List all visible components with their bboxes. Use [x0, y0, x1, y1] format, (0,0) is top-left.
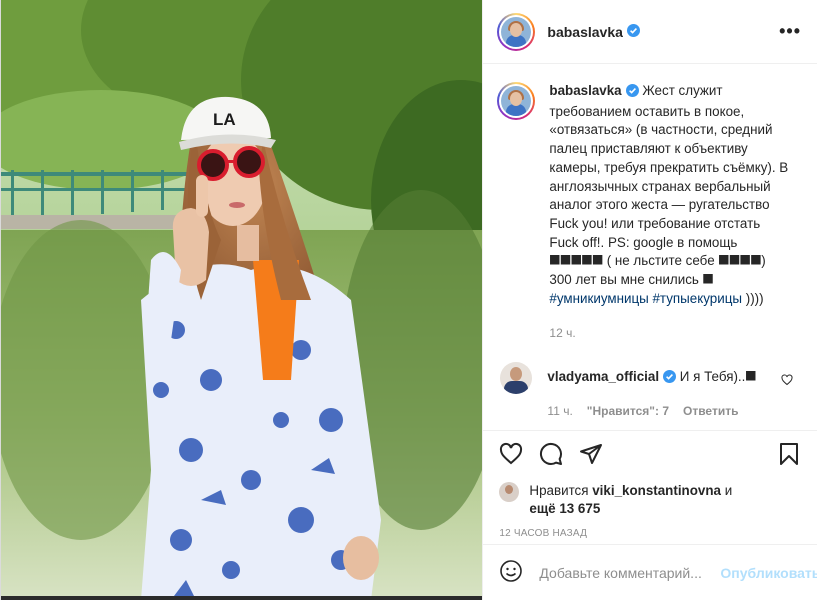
likes-and: и — [724, 483, 733, 498]
post-sidebar: babaslavka ••• babaslavka Жест служит тр… — [482, 0, 817, 600]
post-photo[interactable]: LA — [1, 0, 483, 600]
emoji-icon[interactable] — [499, 559, 523, 586]
hashtag-link[interactable]: #умникиумницы — [549, 291, 648, 306]
add-comment-bar: Опубликовать — [483, 544, 817, 600]
comment-text: vladyama_official И я Тебя)..⯀ — [547, 368, 756, 394]
publish-button[interactable]: Опубликовать — [720, 565, 817, 581]
reply-button[interactable]: Ответить — [683, 404, 738, 418]
comment-icon[interactable] — [539, 442, 563, 469]
instagram-post: LA babaslavka ••• babaslavka Жест служит… — [0, 0, 817, 600]
likes-text: Нравится viki_konstantinovna и ещё 13 67… — [529, 482, 732, 518]
comment-meta: 11 ч. "Нравится": 7 Ответить — [547, 404, 801, 418]
liker-username[interactable]: viki_konstantinovna — [592, 483, 721, 498]
liker-avatar[interactable] — [499, 482, 520, 502]
caption-body: Жест служит требованием оставить в покое… — [549, 83, 789, 288]
comment-item: vladyama_official И я Тебя)..⯀ — [497, 362, 801, 395]
comment-username[interactable]: vladyama_official — [547, 369, 659, 384]
comment-input[interactable] — [539, 564, 721, 581]
comment-avatar[interactable] — [500, 362, 533, 395]
caption-avatar[interactable] — [497, 82, 536, 120]
share-icon[interactable] — [579, 442, 603, 469]
more-options-icon[interactable]: ••• — [779, 21, 801, 42]
comment-timestamp[interactable]: 11 ч. — [547, 404, 572, 418]
header-username[interactable]: babaslavka — [547, 24, 623, 40]
post-date[interactable]: 12 ЧАСОВ НАЗАД — [483, 518, 817, 539]
svg-text:LA: LA — [213, 110, 236, 129]
verified-badge-icon — [625, 84, 639, 103]
verified-badge-icon — [626, 23, 640, 40]
caption-text: babaslavka Жест служит требованием остав… — [549, 82, 791, 308]
heart-icon[interactable] — [499, 442, 523, 469]
post-photo-image: LA — [1, 0, 483, 600]
comments-section: babaslavka Жест служит требованием остав… — [483, 64, 817, 430]
likes-prefix: Нравится — [529, 483, 589, 498]
likes-count[interactable]: ещё 13 675 — [529, 501, 600, 516]
action-bar — [483, 430, 817, 480]
verified-badge-icon — [663, 370, 677, 388]
comment-body: И я Тебя)..⯀ — [679, 369, 757, 385]
caption-username[interactable]: babaslavka — [549, 83, 621, 98]
caption-tail: )))) — [742, 290, 764, 306]
caption-timestamp[interactable]: 12 ч. — [549, 326, 801, 340]
likes-summary: Нравится viki_konstantinovna и ещё 13 67… — [483, 482, 817, 518]
caption: babaslavka Жест служит требованием остав… — [497, 82, 801, 308]
hashtag-link[interactable]: #тупыекурицы — [652, 291, 742, 306]
comment-likes[interactable]: "Нравится": 7 — [587, 404, 669, 418]
comment-like-icon[interactable] — [781, 374, 793, 389]
avatar[interactable] — [497, 12, 536, 51]
bookmark-icon[interactable] — [777, 442, 801, 469]
post-header: babaslavka ••• — [483, 0, 817, 64]
avatar-image — [501, 16, 532, 47]
